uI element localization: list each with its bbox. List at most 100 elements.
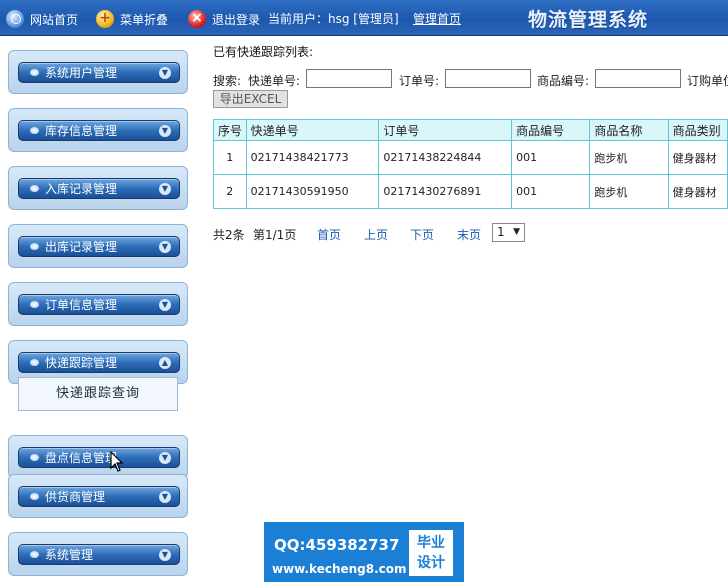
home-icon xyxy=(6,10,24,28)
home-link[interactable]: 网站首页 xyxy=(6,9,78,29)
table-cell: 02171438224844 xyxy=(378,140,513,175)
watermark-qq: QQ:459382737 xyxy=(274,536,400,554)
total-count: 共2条 xyxy=(213,228,245,242)
logout-label: 退出登录 xyxy=(212,12,261,27)
page-select-value: 1 xyxy=(497,225,505,239)
current-user: 当前用户：hsg [管理员] xyxy=(268,12,399,26)
chevron-down-icon: ▼ xyxy=(159,491,171,503)
tracking-table: 序号 快递单号 订单号 商品编号 商品名称 商品类别 1 02171438421… xyxy=(213,119,728,209)
column-header: 商品编号 xyxy=(511,119,591,141)
bullet-icon xyxy=(30,127,39,134)
product-code-label: 商品编号: xyxy=(537,74,590,88)
bullet-icon xyxy=(30,243,39,250)
bullet-icon xyxy=(30,551,39,558)
table-cell: 02171430591950 xyxy=(245,174,380,209)
sidebar-item-inbound[interactable]: 入库记录管理 ▼ xyxy=(8,166,188,210)
table-cell: 1 xyxy=(213,140,247,175)
order-no-input[interactable] xyxy=(445,69,531,88)
watermark-badge: 毕业 设计 xyxy=(409,530,453,576)
order-unit-label: 订购单位 xyxy=(687,74,728,88)
table-cell: 跑步机 xyxy=(589,140,669,175)
sidebar-item-stocktake[interactable]: 盘点信息管理 ▼ xyxy=(8,435,188,479)
table-row[interactable]: 1 02171438421773 02171438224844 001 跑步机 … xyxy=(213,140,728,175)
sidebar-item-system-users[interactable]: 系统用户管理 ▼ xyxy=(8,50,188,94)
table-cell: 健身器材 xyxy=(667,174,728,209)
order-no-label: 订单号: xyxy=(399,74,440,88)
menu-fold-icon xyxy=(96,9,114,28)
search-label: 搜索: xyxy=(213,74,242,88)
table-cell: 001 xyxy=(511,174,591,209)
chevron-down-icon: ▼ xyxy=(159,299,171,311)
bullet-icon xyxy=(30,69,39,76)
sidebar-item-label: 库存信息管理 xyxy=(45,124,118,138)
chevron-down-icon: ▼ xyxy=(159,125,171,137)
bullet-icon xyxy=(30,359,39,366)
table-cell: 健身器材 xyxy=(667,140,728,175)
column-header: 序号 xyxy=(213,119,247,141)
submenu-label: 快递跟踪查询 xyxy=(55,386,140,401)
submenu-express-tracking-query[interactable]: 快递跟踪查询 xyxy=(18,377,178,411)
export-excel-button[interactable]: 导出EXCEL xyxy=(213,90,288,108)
table-cell: 02171438421773 xyxy=(245,140,380,175)
tracking-no-label: 快递单号: xyxy=(248,74,301,88)
bullet-icon xyxy=(30,185,39,192)
sidebar-item-label: 快递跟踪管理 xyxy=(45,356,118,370)
chevron-up-icon: ▲ xyxy=(159,357,171,369)
bullet-icon xyxy=(30,301,39,308)
tracking-no-input[interactable] xyxy=(306,69,392,88)
table-cell: 跑步机 xyxy=(589,174,669,209)
sidebar-item-suppliers[interactable]: 供货商管理 ▼ xyxy=(8,474,188,518)
column-header: 订单号 xyxy=(378,119,513,141)
table-cell: 02171430276891 xyxy=(378,174,513,209)
bullet-icon xyxy=(30,493,39,500)
table-header-row: 序号 快递单号 订单号 商品编号 商品名称 商品类别 xyxy=(213,119,728,141)
chevron-down-icon: ▼ xyxy=(159,241,171,253)
first-page-link[interactable]: 首页 xyxy=(317,226,341,243)
dropdown-arrow-icon: ▼ xyxy=(513,227,520,237)
watermark-badge-line1: 毕业 xyxy=(417,535,445,551)
chevron-down-icon: ▼ xyxy=(159,549,171,561)
bullet-icon xyxy=(30,454,39,461)
chevron-down-icon: ▼ xyxy=(159,452,171,464)
sidebar: 系统用户管理 ▼ 库存信息管理 ▼ 入库记录管理 ▼ 出库记录管理 ▼ 订单信息… xyxy=(0,37,198,588)
home-label: 网站首页 xyxy=(30,12,79,27)
chevron-down-icon: ▼ xyxy=(159,183,171,195)
chevron-down-icon: ▼ xyxy=(159,67,171,79)
logout-icon xyxy=(188,9,206,28)
logout-link[interactable]: 退出登录 xyxy=(188,9,260,29)
sidebar-item-label: 供货商管理 xyxy=(45,490,106,504)
watermark-url: www.kecheng8.com xyxy=(272,562,407,576)
page-info: 第1/1页 xyxy=(253,228,297,242)
sidebar-item-inventory[interactable]: 库存信息管理 ▼ xyxy=(8,108,188,152)
column-header: 商品名称 xyxy=(589,119,669,141)
list-heading: 已有快递跟踪列表: xyxy=(213,45,314,59)
menu-toggle-label: 菜单折叠 xyxy=(120,12,169,27)
last-page-link[interactable]: 末页 xyxy=(457,226,481,243)
admin-home-link[interactable]: 管理首页 xyxy=(413,9,461,29)
watermark-banner: QQ:459382737 www.kecheng8.com 毕业 设计 xyxy=(264,522,464,582)
watermark-badge-line2: 设计 xyxy=(417,555,445,571)
sidebar-item-label: 入库记录管理 xyxy=(45,182,118,196)
prev-page-link[interactable]: 上页 xyxy=(364,226,388,243)
main-content: 已有快递跟踪列表: 搜索: 快递单号: 订单号: 商品编号: 订购单位 导出EX… xyxy=(205,37,728,588)
mouse-cursor-icon xyxy=(110,451,124,472)
sidebar-item-label: 系统用户管理 xyxy=(45,66,118,80)
product-code-input[interactable] xyxy=(595,69,681,88)
menu-toggle-link[interactable]: 菜单折叠 xyxy=(96,9,168,29)
sidebar-item-orders[interactable]: 订单信息管理 ▼ xyxy=(8,282,188,326)
table-cell: 2 xyxy=(213,174,247,209)
top-bar: 网站首页 菜单折叠 退出登录 当前用户：hsg [管理员] 管理首页 物流管理系… xyxy=(0,0,728,36)
table-cell: 001 xyxy=(511,140,591,175)
table-row[interactable]: 2 02171430591950 02171430276891 001 跑步机 … xyxy=(213,174,728,209)
sidebar-item-system-admin[interactable]: 系统管理 ▼ xyxy=(8,532,188,576)
sidebar-item-outbound[interactable]: 出库记录管理 ▼ xyxy=(8,224,188,268)
system-title: 物流管理系统 xyxy=(528,9,649,31)
page-select[interactable]: 1 ▼ xyxy=(492,223,525,242)
sidebar-item-label: 盘点信息管理 xyxy=(45,451,118,465)
column-header: 快递单号 xyxy=(245,119,380,141)
sidebar-item-label: 出库记录管理 xyxy=(45,240,118,254)
column-header: 商品类别 xyxy=(667,119,728,141)
next-page-link[interactable]: 下页 xyxy=(410,226,434,243)
sidebar-item-label: 订单信息管理 xyxy=(45,298,118,312)
sidebar-item-label: 系统管理 xyxy=(45,548,94,562)
